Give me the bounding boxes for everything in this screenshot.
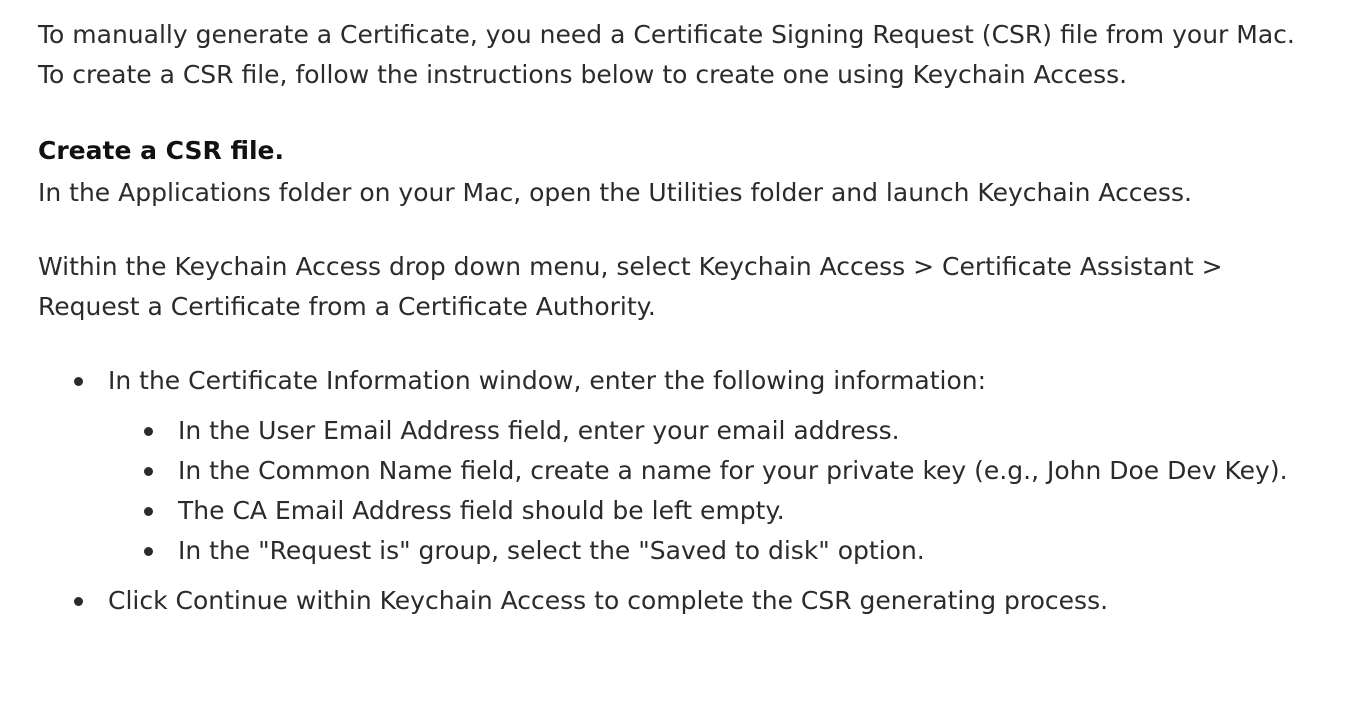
step-applications-folder: In the Applications folder on your Mac, … — [38, 178, 1192, 207]
list-item-click-continue: Click Continue within Keychain Access to… — [38, 581, 1328, 621]
list-item-text: In the Certificate Information window, e… — [108, 366, 987, 395]
document-body: To manually generate a Certificate, you … — [38, 15, 1328, 621]
instruction-list: In the Certificate Information window, e… — [38, 361, 1328, 621]
sub-item-common-name: In the Common Name field, create a name … — [108, 451, 1328, 491]
sub-item-request-is: In the "Request is" group, select the "S… — [108, 531, 1328, 571]
sub-item-ca-email: The CA Email Address field should be lef… — [108, 491, 1328, 531]
sub-item-user-email: In the User Email Address field, enter y… — [108, 411, 1328, 451]
list-item-text: Click Continue within Keychain Access to… — [108, 586, 1109, 615]
certificate-information-sublist: In the User Email Address field, enter y… — [108, 411, 1328, 571]
intro-paragraph: To manually generate a Certificate, you … — [38, 20, 1295, 89]
section-heading: Create a CSR file. — [38, 136, 285, 165]
list-item-certificate-information: In the Certificate Information window, e… — [38, 361, 1328, 571]
step-keychain-menu: Within the Keychain Access drop down men… — [38, 252, 1223, 321]
